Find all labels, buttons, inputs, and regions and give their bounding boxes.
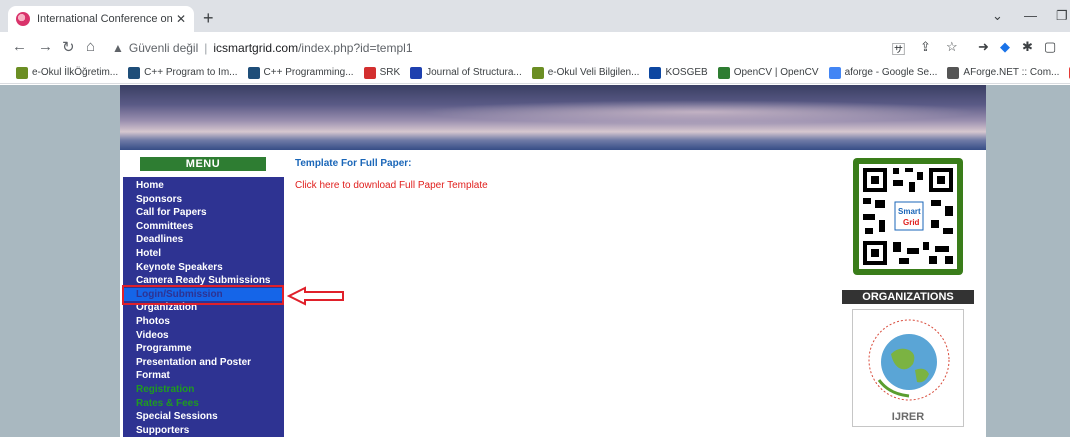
bookmark-label: e-Okul İlkÖğretim... [32,67,119,78]
home-icon[interactable]: ⌂ [86,38,95,55]
site-banner [120,85,986,150]
bookmark-star-icon[interactable]: ☆ [946,39,958,55]
extensions-puzzle-icon[interactable]: ✱ [1022,39,1033,55]
site-favicon-icon [16,12,30,26]
bookmark-label: AForge.NET :: Com... [963,67,1060,78]
menu-item-home[interactable]: Home [123,179,284,193]
url-path: /index.php?id=templ1 [298,40,413,55]
bookmark-item[interactable]: KOSGEB [649,66,708,79]
menu-item-programme[interactable]: Programme [123,342,284,356]
bookmark-favicon-icon [16,66,28,79]
menu-item-rates-fees[interactable]: Rates & Fees [123,397,284,411]
annotation-arrow-icon [287,286,344,306]
tab-title: International Conference on Ren [37,13,175,25]
maximize-icon[interactable]: ❐ [1056,8,1068,24]
organizations-title: ORGANIZATIONS [842,290,974,304]
qr-code: Smart Grid [853,158,963,275]
bookmark-favicon-icon [410,66,423,79]
browser-tab[interactable]: International Conference on Ren ✕ [8,6,194,32]
bookmark-label: SRK [379,67,401,78]
content-title: Template For Full Paper: [295,158,412,169]
bookmark-item[interactable]: SRK [363,66,401,79]
extension-arrow-icon[interactable]: ➜ [978,39,989,55]
not-secure-label: Güvenli değil [128,40,199,55]
ijrer-logo[interactable]: IJRER [852,309,964,427]
menu-item-committees[interactable]: Committees [123,220,284,234]
annotation-highlight-box [122,285,284,305]
bookmark-favicon-icon [247,66,260,79]
address-bar[interactable]: ▲ Güvenli değil | icsmartgrid.com /index… [112,36,982,59]
bookmark-item[interactable]: e-Okul İlkÖğretim... [16,66,119,79]
menu-item-presentation-and-poster[interactable]: Presentation and Poster [123,356,284,370]
tab-close-icon[interactable]: ✕ [176,12,186,26]
page-viewport: MENU Home Sponsors Call for Papers Committe… [0,85,1070,437]
ijrer-label: IJRER [891,411,925,423]
bookmark-label: aforge - Google Se... [844,67,938,78]
tab-search-icon[interactable]: ⌄ [992,8,1003,24]
menu-item-hotel[interactable]: Hotel [123,247,284,261]
menu-item-sponsors[interactable]: Sponsors [123,193,284,207]
forward-icon[interactable]: → [38,38,53,55]
menu-item-deadlines[interactable]: Deadlines [123,233,284,247]
qr-icon [863,168,953,265]
bookmark-label: OpenCV | OpenCV [733,67,819,78]
bookmark-item[interactable]: C++ Programming... [247,66,354,79]
menu-item-special-sessions[interactable]: Special Sessions [123,410,284,424]
menu-item-photos[interactable]: Photos [123,315,284,329]
bookmark-item[interactable]: e-Okul Veli Bilgilen... [531,66,640,79]
translate-icon[interactable]: 🈂 [892,39,905,58]
bookmark-label: e-Okul Veli Bilgilen... [547,67,640,78]
back-icon[interactable]: ← [12,38,27,55]
reload-icon[interactable]: ↻ [62,38,75,56]
share-icon[interactable]: ⇪ [920,39,931,55]
qr-code-pattern: Smart Grid [859,164,957,269]
menu-item-keynote-speakers[interactable]: Keynote Speakers [123,261,284,275]
qr-label-grid: Grid [903,218,920,227]
menu-item-format[interactable]: Format [123,369,284,383]
qr-label-smart: Smart [898,207,921,216]
bookmark-favicon-icon [947,66,960,79]
bookmark-favicon-icon [363,66,376,79]
bookmark-favicon-icon [649,66,662,79]
menu-item-registration[interactable]: Registration [123,383,284,397]
browser-toolbar: ← → ↻ ⌂ ▲ Güvenli değil | icsmartgrid.co… [0,32,1070,62]
bookmark-item[interactable]: AForge.NET :: Com... [947,66,1060,79]
bookmark-item[interactable]: OpenCV | OpenCV [717,66,819,79]
menu-item-supporters[interactable]: Supporters [123,424,284,437]
bookmark-favicon-icon [717,66,730,79]
side-menu: Home Sponsors Call for Papers Committees Dea… [123,177,284,437]
banner-cloud-graphic [420,100,980,124]
globe-logo-icon [868,319,950,401]
bookmark-label: KOSGEB [665,67,708,78]
menu-title: MENU [140,157,266,171]
menu-item-videos[interactable]: Videos [123,329,284,343]
menu-item-call-for-papers[interactable]: Call for Papers [123,206,284,220]
bookmark-favicon-icon [128,66,141,79]
bookmark-label: C++ Program to Im... [144,67,238,78]
bookmark-item[interactable]: C++ Program to Im... [128,66,238,79]
new-tab-icon[interactable]: + [203,8,214,29]
side-panel-icon[interactable]: ▢ [1044,39,1056,55]
address-separator: | [204,40,208,55]
website-page: MENU Home Sponsors Call for Papers Committe… [120,85,986,437]
url-host: icsmartgrid.com [213,40,299,55]
bookmark-item[interactable]: aforge - Google Se... [828,66,938,79]
warning-icon: ▲ [112,40,124,55]
bookmark-label: Journal of Structura... [426,67,522,78]
bookmark-label: C++ Programming... [263,67,354,78]
download-template-link[interactable]: Click here to download Full Paper Templa… [295,180,488,191]
bookmark-item[interactable]: Journal of Structura... [410,66,522,79]
bookmarks-bar: e-Okul İlkÖğretim... C++ Program to Im...… [0,62,1070,84]
bookmark-favicon-icon [531,66,544,79]
bookmark-favicon-icon [828,66,841,79]
tab-strip: International Conference on Ren ✕ + ⌄ — … [0,0,1070,32]
minimize-icon[interactable]: — [1024,8,1037,23]
extension-diamond-icon[interactable]: ◆ [1000,39,1010,55]
